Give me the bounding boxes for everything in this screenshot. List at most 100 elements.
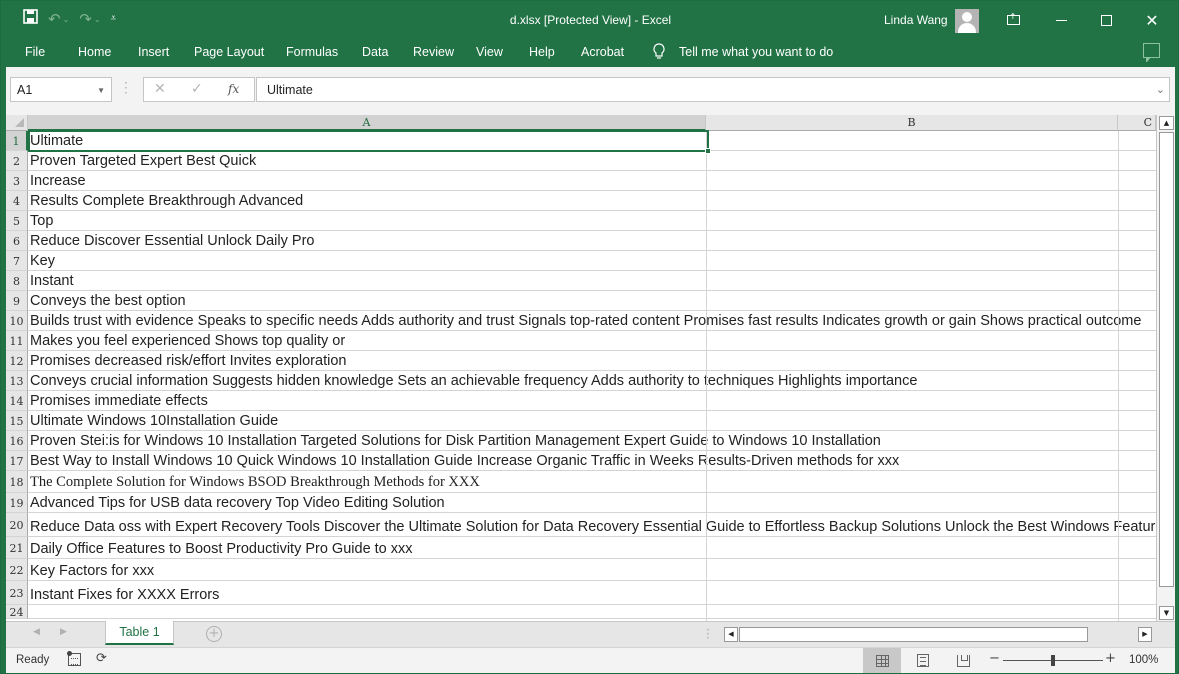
cell-a17[interactable]: Best Way to Install Windows 10 Quick Win… (30, 453, 899, 469)
row-header[interactable]: 22 (6, 559, 28, 581)
tab-split-grip[interactable]: · · · (706, 624, 710, 644)
tab-file[interactable]: File (25, 45, 45, 59)
row-header[interactable]: 4 (6, 191, 28, 211)
row-header[interactable]: 19 (6, 493, 28, 513)
row-header[interactable]: 14 (6, 391, 28, 411)
row-header[interactable]: 1 (6, 131, 28, 151)
tab-help[interactable]: Help (529, 45, 555, 59)
vertical-scrollbar[interactable]: ▲ ▼ (1156, 115, 1175, 621)
row-header[interactable]: 24 (6, 605, 28, 619)
formula-bar-grip[interactable]: · · · (124, 77, 128, 99)
zoom-out-icon[interactable]: − (989, 651, 1000, 666)
tab-review[interactable]: Review (413, 45, 454, 59)
scroll-down-icon[interactable]: ▼ (1159, 606, 1174, 620)
row-header[interactable]: 10 (6, 311, 28, 331)
spreadsheet-grid[interactable]: A B C 1 Ultimate 2 Proven Targeted Expert B… (6, 115, 1175, 621)
cell-a23[interactable]: Instant Fixes for XXXX Errors (30, 587, 219, 603)
cell-a20[interactable]: Reduce Data oss with Expert Recovery Too… (30, 519, 1156, 535)
horizontal-scroll-thumb[interactable] (739, 627, 1088, 642)
maximize-button[interactable] (1088, 7, 1124, 33)
tab-page-layout[interactable]: Page Layout (194, 45, 264, 59)
horizontal-scrollbar[interactable]: ◀ ▶ (724, 627, 1154, 642)
row-header[interactable]: 12 (6, 351, 28, 371)
row-header[interactable]: 13 (6, 371, 28, 391)
avatar[interactable] (955, 9, 979, 33)
cell-a14[interactable]: Promises immediate effects (30, 393, 208, 409)
cell-a10[interactable]: Builds trust with evidence Speaks to spe… (30, 313, 1141, 329)
save-icon[interactable] (23, 9, 38, 29)
cell-a18[interactable]: The Complete Solution for Windows BSOD B… (30, 474, 480, 491)
cell-a19[interactable]: Advanced Tips for USB data recovery Top … (30, 495, 445, 511)
cell-a6[interactable]: Reduce Discover Essential Unlock Daily P… (30, 233, 314, 249)
cancel-icon[interactable]: ✕ (154, 81, 166, 97)
add-sheet-icon[interactable]: + (206, 626, 222, 642)
name-box[interactable]: A1 ▼ (10, 77, 112, 102)
zoom-in-icon[interactable]: + (1105, 651, 1116, 666)
cell-a3[interactable]: Increase (30, 173, 86, 189)
tab-view[interactable]: View (476, 45, 503, 59)
cell-a21[interactable]: Daily Office Features to Boost Productiv… (30, 541, 413, 557)
tab-data[interactable]: Data (362, 45, 388, 59)
row-header[interactable]: 21 (6, 537, 28, 559)
fill-handle[interactable] (705, 148, 711, 154)
user-name[interactable]: Linda Wang (884, 13, 948, 27)
prev-sheet-icon[interactable]: ◀ (33, 627, 40, 637)
redo-icon[interactable]: ↷ (79, 9, 92, 29)
tab-acrobat[interactable]: Acrobat (581, 45, 624, 59)
row-header[interactable]: 7 (6, 251, 28, 271)
scroll-up-icon[interactable]: ▲ (1159, 116, 1174, 130)
chevron-down-icon[interactable]: ▼ (97, 86, 105, 95)
tab-formulas[interactable]: Formulas (286, 45, 338, 59)
cell-a16[interactable]: Proven Stei:is for Windows 10 Installati… (30, 433, 881, 449)
close-button[interactable]: ✕ (1134, 7, 1170, 33)
zoom-level[interactable]: 100% (1129, 654, 1158, 666)
cell-a8[interactable]: Instant (30, 273, 74, 289)
column-header-c[interactable]: C (1118, 115, 1156, 131)
accessibility-check-icon[interactable]: ⟳ (96, 651, 107, 666)
scroll-right-icon[interactable]: ▶ (1138, 627, 1152, 642)
expand-formula-bar-icon[interactable]: ⌄ (1156, 83, 1165, 96)
ribbon-display-options-button[interactable] (995, 7, 1031, 33)
cell-a4[interactable]: Results Complete Breakthrough Advanced (30, 193, 303, 209)
customize-qat-icon[interactable]: ⩡ (111, 9, 117, 29)
tell-me-search[interactable]: Tell me what you want to do (679, 45, 833, 59)
select-all-button[interactable] (6, 115, 28, 131)
row-header[interactable]: 2 (6, 151, 28, 171)
cell-a12[interactable]: Promises decreased risk/effort Invites e… (30, 353, 346, 369)
tab-insert[interactable]: Insert (138, 45, 169, 59)
row-header[interactable]: 15 (6, 411, 28, 431)
cell-a2[interactable]: Proven Targeted Expert Best Quick (30, 153, 256, 169)
minimize-button[interactable] (1043, 7, 1079, 33)
sheet-tab-table-1[interactable]: Table 1 (105, 621, 174, 645)
cell-a22[interactable]: Key Factors for xxx (30, 563, 154, 579)
row-header[interactable]: 9 (6, 291, 28, 311)
scroll-left-icon[interactable]: ◀ (724, 627, 738, 642)
row-header[interactable]: 6 (6, 231, 28, 251)
page-layout-view-button[interactable] (904, 648, 942, 673)
cell-a13[interactable]: Conveys crucial information Suggests hid… (30, 373, 917, 389)
cell-a9[interactable]: Conveys the best option (30, 293, 186, 309)
row-header[interactable]: 3 (6, 171, 28, 191)
zoom-slider-thumb[interactable] (1051, 655, 1055, 666)
insert-function-icon[interactable]: fx (228, 82, 239, 96)
macro-recording-icon[interactable] (67, 651, 81, 666)
row-header[interactable]: 5 (6, 211, 28, 231)
row-header[interactable]: 23 (6, 581, 28, 605)
row-header[interactable]: 17 (6, 451, 28, 471)
undo-icon[interactable]: ↶ (48, 9, 61, 29)
next-sheet-icon[interactable]: ▶ (60, 627, 67, 637)
cell-a15[interactable]: Ultimate Windows 10Installation Guide (30, 413, 278, 429)
comments-icon[interactable] (1143, 43, 1160, 62)
vertical-scroll-thumb[interactable] (1159, 132, 1174, 587)
cell-a7[interactable]: Key (30, 253, 55, 269)
page-break-preview-button[interactable] (944, 648, 982, 673)
normal-view-button[interactable] (863, 648, 901, 673)
row-header[interactable]: 20 (6, 513, 28, 537)
row-header[interactable]: 11 (6, 331, 28, 351)
cell-a5[interactable]: Top (30, 213, 53, 229)
cell-a11[interactable]: Makes you feel experienced Shows top qua… (30, 333, 345, 349)
column-header-a[interactable]: A (28, 115, 706, 131)
undo-dropdown-icon[interactable]: ⌄ (63, 15, 70, 24)
row-header[interactable]: 18 (6, 471, 28, 493)
row-header[interactable]: 16 (6, 431, 28, 451)
